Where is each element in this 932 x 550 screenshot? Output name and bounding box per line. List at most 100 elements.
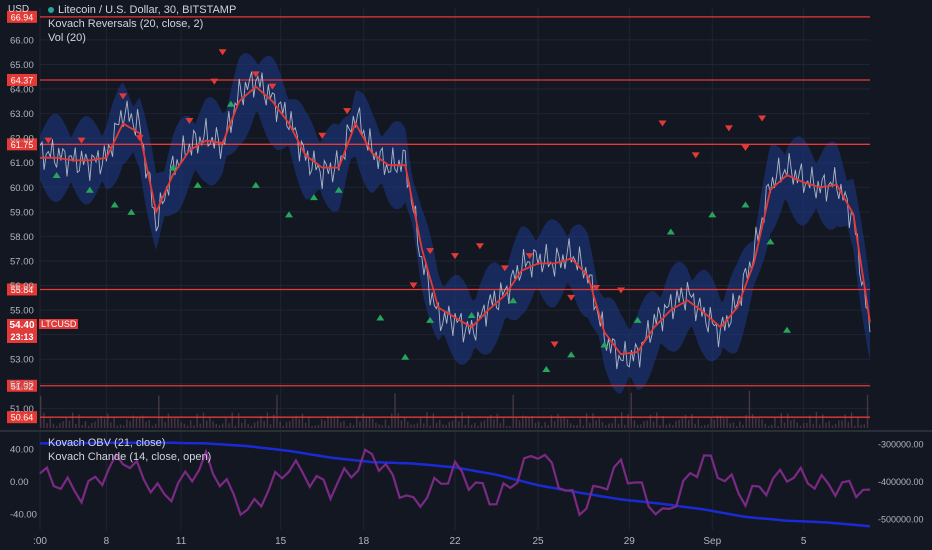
volume-bar xyxy=(806,422,808,428)
volume-bar xyxy=(624,424,626,428)
volume-bar xyxy=(739,421,741,428)
volume-bar xyxy=(480,421,482,428)
y-tick-label: 53.00 xyxy=(10,355,34,366)
volume-bar xyxy=(847,421,850,428)
volume-bar xyxy=(215,423,217,428)
indicator-reversals-label[interactable]: Kovach Reversals (20, close, 2) xyxy=(48,18,203,30)
volume-bar xyxy=(844,414,846,428)
volume-bar xyxy=(557,413,559,428)
volume-bar xyxy=(799,425,802,428)
volume-bar xyxy=(573,425,575,428)
volume-bar xyxy=(470,424,473,428)
volume-bar xyxy=(94,421,96,428)
volume-bar xyxy=(346,425,348,428)
volume-bar xyxy=(384,419,387,428)
indicator-obv-label[interactable]: Kovach OBV (21, close) xyxy=(48,437,165,449)
volume-bar xyxy=(186,425,189,428)
volume-bar xyxy=(659,425,661,428)
volume-bar xyxy=(206,420,208,428)
volume-bar xyxy=(349,422,352,428)
volume-bars xyxy=(40,390,869,428)
indicator-volume-label[interactable]: Vol (20) xyxy=(48,32,86,44)
y-tick-label: 65.00 xyxy=(10,60,34,71)
volume-bar xyxy=(442,424,444,428)
volume-bar xyxy=(726,416,728,428)
volume-bar xyxy=(352,425,355,428)
y-tick-label: 57.00 xyxy=(10,256,34,267)
volume-bar xyxy=(697,418,700,428)
volume-bar xyxy=(65,416,67,428)
x-tick-label: 5 xyxy=(801,536,807,547)
volume-bar xyxy=(410,424,412,428)
indicator-chande-label[interactable]: Kovach Chande (14, close, open) xyxy=(48,451,211,463)
volume-bar xyxy=(834,423,837,428)
volume-bar xyxy=(55,425,58,428)
y-tick-label: 64.00 xyxy=(10,85,34,96)
volume-bar xyxy=(276,394,278,428)
chart-title-text: Litecoin / U.S. Dollar, 30, BITSTAMP xyxy=(58,4,237,16)
volume-bar xyxy=(423,423,425,428)
symbol-tag: LTCUSD xyxy=(39,319,79,329)
left-tick-label: -40.00 xyxy=(10,509,37,520)
volume-bar xyxy=(608,423,610,428)
volume-bar xyxy=(212,421,214,428)
volume-bar xyxy=(601,422,604,428)
down-reversal-marker xyxy=(691,152,700,159)
volume-bar xyxy=(154,423,157,428)
volume-bar xyxy=(822,414,824,428)
volume-bar xyxy=(244,418,246,428)
volume-bar xyxy=(860,424,862,428)
down-reversal-marker xyxy=(741,145,750,151)
volume-bar xyxy=(266,412,269,428)
volume-bar xyxy=(279,421,281,428)
volume-bar xyxy=(509,425,511,428)
chart-canvas[interactable]: 66.9464.3761.7555.8451.9250.64 40.00 0.00… xyxy=(0,0,932,550)
volume-bar xyxy=(761,419,763,428)
volume-bar xyxy=(397,412,399,428)
volume-bar xyxy=(477,425,479,428)
volume-bar xyxy=(656,412,658,428)
volume-bar xyxy=(790,420,792,428)
chart-title[interactable]: Litecoin / U.S. Dollar, 30, BITSTAMP xyxy=(48,4,236,16)
down-reversal-marker xyxy=(567,294,576,301)
volume-bar xyxy=(177,418,179,428)
volume-bar xyxy=(241,422,243,428)
volume-bar xyxy=(787,413,789,428)
volume-bar xyxy=(196,413,198,428)
volume-bar xyxy=(333,417,336,428)
down-reversal-marker xyxy=(218,49,227,56)
volume-bar xyxy=(534,422,537,428)
y-tick-label: 63.00 xyxy=(10,109,34,120)
volume-bar xyxy=(579,418,581,428)
x-tick-label: 22 xyxy=(449,536,461,547)
volume-bar xyxy=(311,425,313,428)
y-tick-label: 61.00 xyxy=(10,158,34,169)
y-tick-label: 66.00 xyxy=(10,35,34,46)
volume-bar xyxy=(59,423,61,428)
volume-bar xyxy=(774,417,776,428)
volume-bar xyxy=(375,422,377,428)
volume-bar xyxy=(400,420,403,428)
down-reversal-marker xyxy=(210,78,219,85)
down-reversal-marker xyxy=(550,341,559,348)
volume-bar xyxy=(585,413,588,428)
volume-bar xyxy=(403,417,406,428)
volume-bar xyxy=(764,423,767,428)
volume-bar xyxy=(560,417,562,428)
volume-bar xyxy=(742,424,744,428)
volume-bar xyxy=(569,423,572,428)
volume-bar xyxy=(563,417,565,428)
volume-bar xyxy=(148,420,150,428)
volume-bar xyxy=(362,413,364,428)
volume-bar xyxy=(850,412,853,428)
volume-bar xyxy=(282,425,285,428)
volume-bar xyxy=(461,412,463,428)
volume-bar xyxy=(126,419,128,428)
volume-bar xyxy=(474,422,476,428)
down-reversal-marker xyxy=(724,125,733,132)
volume-bar xyxy=(633,420,636,428)
volume-bar xyxy=(419,416,422,428)
volume-bar xyxy=(343,420,345,428)
volume-bar xyxy=(84,421,87,428)
volume-bar xyxy=(598,418,601,428)
